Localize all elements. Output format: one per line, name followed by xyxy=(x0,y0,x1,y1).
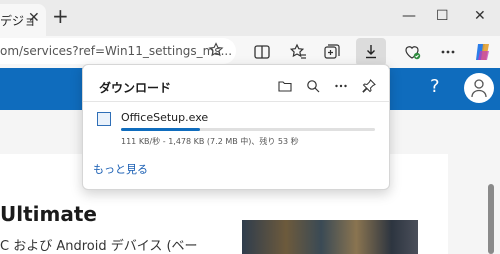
panel-more-icon[interactable] xyxy=(333,78,349,94)
download-progress-bar xyxy=(121,128,375,131)
page-scrollbar[interactable] xyxy=(488,184,494,254)
address-text[interactable]: om/services?ref=Win11_settings_ms... xyxy=(0,44,232,58)
split-screen-icon[interactable] xyxy=(252,42,272,62)
product-heading: Ultimate xyxy=(0,202,97,226)
download-file-name[interactable]: OfficeSetup.exe xyxy=(121,111,208,124)
account-avatar[interactable] xyxy=(464,73,494,103)
tab-strip: デジョ ✕ + — ☐ ✕ xyxy=(0,0,500,36)
panel-divider xyxy=(83,101,389,102)
maximize-button[interactable]: ☐ xyxy=(436,6,449,26)
favorites-icon[interactable] xyxy=(288,42,308,62)
pin-icon[interactable] xyxy=(361,78,377,94)
more-options-icon[interactable] xyxy=(438,42,458,62)
installer-file-icon xyxy=(97,112,111,126)
downloads-panel: ダウンロード OfficeSetup.exe 111 KB/秒 - 1,478 … xyxy=(82,64,390,190)
address-bar[interactable]: om/services?ref=Win11_settings_ms... xyxy=(0,38,236,64)
product-subtitle: C および Android デバイス (ベー xyxy=(0,239,198,254)
see-more-link[interactable]: もっと見る xyxy=(93,161,148,177)
help-icon[interactable]: ? xyxy=(430,76,440,97)
new-tab-button[interactable]: + xyxy=(52,6,69,26)
download-status: 111 KB/秒 - 1,478 KB (7.2 MB 中)、残り 53 秒 xyxy=(121,137,299,146)
person-icon xyxy=(471,79,487,98)
download-progress-fill xyxy=(121,128,200,131)
downloads-panel-title: ダウンロード xyxy=(99,81,172,95)
download-icon xyxy=(366,45,376,59)
tab-close-icon[interactable]: ✕ xyxy=(28,10,40,26)
favorite-star-icon[interactable] xyxy=(208,42,224,58)
window-close-button[interactable]: ✕ xyxy=(474,6,486,26)
open-folder-icon[interactable] xyxy=(277,78,293,94)
active-tab[interactable]: デジョ ✕ xyxy=(0,4,46,36)
collections-icon[interactable] xyxy=(322,42,342,62)
browser-essentials-icon[interactable] xyxy=(402,42,422,62)
search-icon[interactable] xyxy=(305,78,321,94)
product-image xyxy=(242,220,418,254)
minimize-button[interactable]: — xyxy=(402,6,416,26)
downloads-button[interactable] xyxy=(356,38,386,66)
copilot-icon[interactable] xyxy=(472,41,494,63)
